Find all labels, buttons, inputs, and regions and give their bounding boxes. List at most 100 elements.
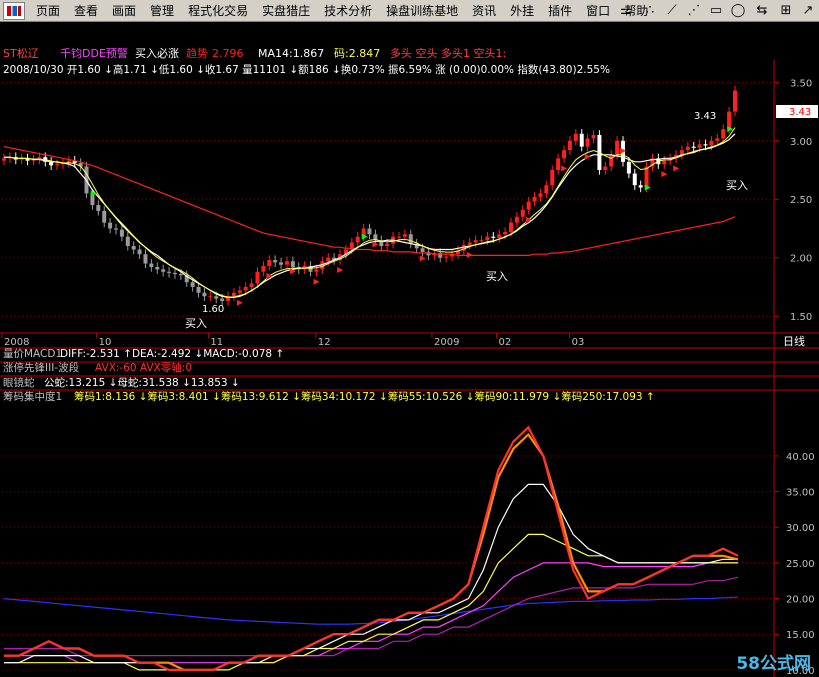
candle-body (55, 164, 60, 166)
menu-plugin[interactable]: 插件 (541, 0, 579, 22)
candle-body (255, 271, 260, 284)
chip-axis-ticks: 10.0015.0020.0025.0030.0035.0040.00 (774, 452, 815, 677)
candle-body (550, 170, 555, 186)
ma-short-line (4, 133, 736, 298)
candle-body (314, 269, 319, 272)
candle-body (697, 144, 702, 148)
menu-manage[interactable]: 管理 (143, 0, 181, 22)
sell-marker (466, 251, 473, 258)
candle-body (326, 257, 331, 262)
candle-body (290, 261, 295, 268)
chip-values: 筹码1:8.136 ↓筹码3:8.401 ↓筹码13:9.612 ↓筹码34:1… (74, 390, 655, 403)
current-price-value: 3.43 (789, 107, 811, 118)
rectangle-icon[interactable]: ▭ (708, 3, 724, 19)
candle-body (172, 272, 177, 275)
snake-values: 公蛇:13.215 ↓母蛇:31.538 ↓13.853 ↓ (44, 376, 240, 389)
chart-dash-icon[interactable]: ⚍ (618, 3, 634, 19)
sell-marker (561, 165, 568, 172)
menu-view[interactable]: 查看 (67, 0, 105, 22)
menu-training-base[interactable]: 操盘训练基地 (379, 0, 465, 22)
sell-marker (313, 278, 320, 285)
candle-body (249, 283, 254, 287)
ellipse-icon[interactable]: ◯ (730, 3, 746, 19)
fan-tool-icon[interactable]: ⋰ (686, 3, 702, 19)
candle-body (579, 133, 584, 147)
candle-body (715, 138, 720, 141)
candle-body (267, 260, 272, 266)
chip-tick-label: 20.00 (786, 595, 815, 606)
candle-body (556, 158, 561, 171)
candle-body (408, 234, 413, 244)
candle-body (721, 129, 726, 139)
arrows-icon[interactable]: ⇆ (754, 3, 770, 19)
candle-body (485, 236, 490, 241)
candle-body (161, 269, 166, 272)
chip-tick-label: 15.00 (786, 630, 815, 641)
chip-line-筹码250 (3, 596, 739, 625)
chip-tick-label: 40.00 (786, 452, 815, 463)
menu-bar: 页面 查看 画面 管理 程式化交易 实盘猎庄 技术分析 操盘训练基地 资讯 外挂… (0, 0, 819, 22)
chart-canvas[interactable]: ST松辽 千钧DDE预警 买入必涨 趋势 2.796 MA14:1.867 码:… (0, 22, 819, 677)
candle-body (196, 286, 201, 293)
candle-body (538, 193, 543, 197)
candle-body (355, 236, 360, 243)
candle-body (178, 274, 183, 276)
candle-body (137, 249, 142, 255)
line-tool-icon[interactable]: ⟋ (664, 3, 680, 19)
candle-body (467, 242, 472, 245)
app-logo-icon (3, 1, 25, 20)
candle-body (591, 134, 596, 139)
menu-news[interactable]: 资讯 (465, 0, 503, 22)
macd-values: DIFF:-2.531 ↑DEA:-2.492 ↓MACD:-0.078 ↑ (60, 348, 284, 360)
ma14-value: MA14:1.867 (258, 47, 324, 60)
price-tick-label: 3.00 (790, 137, 812, 148)
chip-line-筹码90 (4, 576, 739, 657)
ray-tool-icon[interactable]: ↗ (800, 3, 816, 19)
menu-screen[interactable]: 画面 (105, 0, 143, 22)
dots-icon[interactable]: ∴ (642, 3, 658, 19)
candle-body (96, 205, 101, 211)
candle-body (709, 140, 714, 146)
grid-icon[interactable]: ⊞ (778, 3, 794, 19)
menu-addon[interactable]: 外挂 (503, 0, 541, 22)
candle-body (279, 262, 284, 265)
candlesticks (2, 85, 737, 306)
candle-body (497, 234, 502, 238)
stock-name: ST松辽 (3, 46, 39, 60)
candle-body (202, 292, 207, 297)
price-gridlines (2, 81, 774, 317)
candle-body (155, 267, 160, 270)
candle-body (585, 138, 590, 147)
candle-body (284, 261, 289, 265)
menu-program-trading[interactable]: 程式化交易 (181, 0, 255, 22)
date-tick-label: 2008 (4, 337, 29, 348)
chip-line-筹码34 (4, 533, 738, 671)
candle-body (261, 265, 266, 272)
sell-marker (337, 267, 344, 274)
price-tick-label: 1.50 (790, 312, 812, 323)
sell-marker (236, 299, 243, 306)
high-price-label: 3.43 (694, 111, 716, 122)
chip-tick-label: 35.00 (786, 488, 815, 499)
candle-body (243, 286, 248, 291)
candle-body (167, 271, 172, 273)
chip-tick-label: 30.00 (786, 523, 815, 534)
chip-line-筹码55 (4, 562, 738, 664)
menu-technical-analysis[interactable]: 技术分析 (317, 0, 379, 22)
low-price-label: 1.60 (202, 304, 224, 315)
moving-averages (3, 127, 736, 298)
candle-body (567, 140, 572, 151)
buy-label-3: 买入 (726, 179, 748, 192)
candle-body (603, 166, 608, 171)
menu-window[interactable]: 窗口 (579, 0, 617, 22)
candle-body (114, 228, 119, 230)
menu-hunt-dealer[interactable]: 实盘猎庄 (255, 0, 317, 22)
menu-page[interactable]: 页面 (29, 0, 67, 22)
snake-title: 眼镜蛇 (3, 376, 35, 389)
candle-body (2, 158, 6, 161)
candle-body (420, 248, 425, 252)
candle-body (638, 185, 643, 188)
candle-body (385, 243, 390, 247)
date-tick-label: 10 (99, 337, 112, 348)
candle-body (102, 210, 107, 223)
